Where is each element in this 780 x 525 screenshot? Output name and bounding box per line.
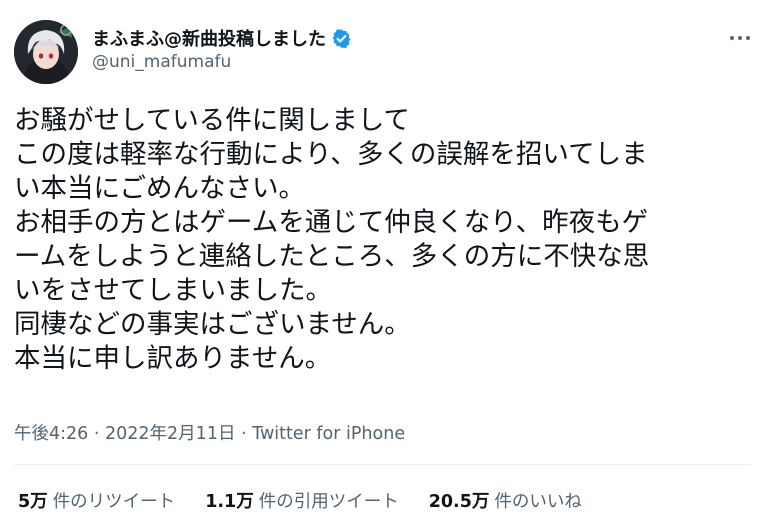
author-name-row: まふまふ@新曲投稿しました bbox=[92, 25, 352, 51]
tweet-text-line: 本当に申し訳ありません。 bbox=[14, 343, 332, 374]
tweet-text: お騒がせしている件に関しまして この度は軽率な行動により、多くの誤解を招いてしま… bbox=[14, 104, 764, 376]
avatar-image bbox=[14, 20, 78, 84]
user-handle[interactable]: @uni_mafumafu bbox=[92, 52, 231, 72]
tweet-text-line: ームをしようと連絡したところ、多くの方に不快な思 bbox=[14, 241, 650, 272]
retweets-stat[interactable]: 5万 件のリツイート bbox=[18, 488, 175, 513]
quotes-stat[interactable]: 1.1万 件の引用ツイート bbox=[205, 488, 399, 513]
engagement-stats: 5万 件のリツイート 1.1万 件の引用ツイート 20.5万 件のいいね bbox=[18, 488, 612, 513]
tweet-source[interactable]: Twitter for iPhone bbox=[252, 424, 405, 444]
tweet-text-line: お相手の方とはゲームを通じて仲良くなり、昨夜もゲ bbox=[14, 207, 649, 238]
tweet-date[interactable]: 2022年2月11日 bbox=[105, 424, 235, 444]
divider bbox=[14, 464, 751, 465]
likes-count: 20.5万 bbox=[428, 492, 490, 512]
more-options-icon[interactable] bbox=[724, 26, 756, 50]
verified-badge-icon bbox=[331, 28, 352, 49]
quotes-count: 1.1万 bbox=[205, 492, 254, 512]
retweets-label: 件のリツイート bbox=[52, 492, 176, 512]
likes-stat[interactable]: 20.5万 件のいいね bbox=[429, 488, 582, 513]
tweet-card: まふまふ@新曲投稿しました @uni_mafumafu お騒がせしている件に関し… bbox=[0, 0, 780, 525]
tweet-text-line: い本当にごめんなさい。 bbox=[14, 173, 305, 204]
meta-separator: · bbox=[235, 424, 253, 444]
tweet-text-line: 同棲などの事実はございません。 bbox=[14, 309, 411, 340]
quotes-label: 件の引用ツイート bbox=[258, 492, 399, 512]
tweet-text-line: この度は軽率な行動により、多くの誤解を招いてしま bbox=[14, 139, 648, 170]
retweets-count: 5万 bbox=[18, 492, 48, 512]
display-name[interactable]: まふまふ@新曲投稿しました bbox=[92, 25, 326, 51]
tweet-text-line: お騒がせしている件に関しまして bbox=[14, 105, 410, 136]
likes-label: 件のいいね bbox=[494, 492, 582, 512]
meta-separator: · bbox=[88, 424, 106, 444]
avatar[interactable] bbox=[14, 20, 78, 84]
tweet-text-line: いをさせてしまいました。 bbox=[14, 275, 332, 306]
tweet-time[interactable]: 午後4:26 bbox=[14, 424, 88, 444]
tweet-meta: 午後4:26 · 2022年2月11日 · Twitter for iPhone bbox=[14, 420, 405, 445]
